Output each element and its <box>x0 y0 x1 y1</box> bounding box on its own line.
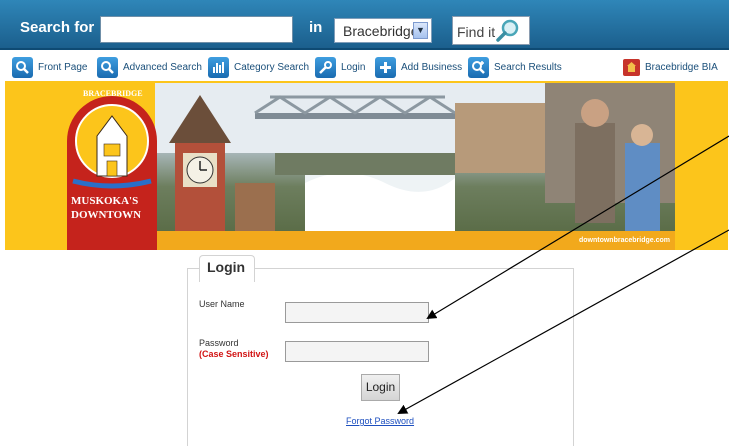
nav-category-search[interactable]: Category Search <box>208 56 310 78</box>
nav-label: Login <box>341 61 366 73</box>
nav-label: Bracebridge BIA <box>645 61 718 73</box>
banner-photo <box>155 83 675 231</box>
username-input[interactable] <box>285 302 429 323</box>
login-panel: Login User Name Password (Case Sensitive… <box>187 255 574 446</box>
banner: downtownbracebridge.com BRACEBRIDGE MUSK… <box>5 81 728 250</box>
forgot-password-link[interactable]: Forgot Password <box>346 416 414 426</box>
location-select[interactable]: Bracebridge ▼ <box>334 18 432 43</box>
nav-label: Add Business <box>401 61 463 73</box>
plus-icon <box>375 56 396 78</box>
search-icon <box>97 56 118 78</box>
chevron-down-icon[interactable]: ▼ <box>413 22 428 39</box>
bar-chart-icon <box>208 56 229 78</box>
magnifier-icon <box>496 19 519 42</box>
nav-label: Search Results <box>494 61 562 73</box>
bia-logo-icon <box>623 58 640 76</box>
case-sensitive-note: (Case Sensitive) <box>199 349 269 359</box>
login-button[interactable]: Login <box>361 374 400 401</box>
find-it-label: Find it <box>457 24 496 40</box>
banner-url: downtownbracebridge.com <box>578 237 670 244</box>
nav-label: Category Search <box>234 61 310 73</box>
crest-line1: MUSKOKA'S <box>71 195 139 207</box>
password-label: Password <box>199 338 239 348</box>
nav-label: Advanced Search <box>123 61 202 73</box>
find-it-button[interactable]: Find it <box>452 16 530 45</box>
location-select-value: Bracebridge <box>343 23 419 39</box>
crest-top-text: BRACEBRIDGE <box>83 89 143 98</box>
crest-line2: DOWNTOWN <box>71 209 142 221</box>
nav-bar: Front Page Advanced Search Category Sear… <box>0 52 729 81</box>
password-input[interactable] <box>285 341 429 362</box>
search-icon <box>12 56 33 78</box>
search-input[interactable] <box>100 16 293 43</box>
key-icon <box>315 56 336 78</box>
search-for-label: Search for <box>20 19 95 36</box>
search-bar: Search for in Bracebridge ▼ Find it <box>0 0 729 50</box>
username-label: User Name <box>199 299 245 309</box>
search-plus-icon <box>468 56 489 78</box>
nav-search-results[interactable]: Search Results <box>468 56 562 78</box>
nav-add-business[interactable]: Add Business <box>375 56 463 78</box>
nav-login[interactable]: Login <box>315 56 366 78</box>
in-label: in <box>309 19 323 36</box>
muskokas-downtown-crest: BRACEBRIDGE MUSKOKA'S DOWNTOWN <box>67 81 159 250</box>
login-tab: Login <box>199 255 255 282</box>
nav-advanced-search[interactable]: Advanced Search <box>97 56 202 78</box>
login-tab-title: Login <box>207 259 246 275</box>
nav-front-page[interactable]: Front Page <box>12 56 88 78</box>
nav-bracebridge-bia[interactable]: Bracebridge BIA <box>623 57 718 77</box>
nav-label: Front Page <box>38 61 88 73</box>
